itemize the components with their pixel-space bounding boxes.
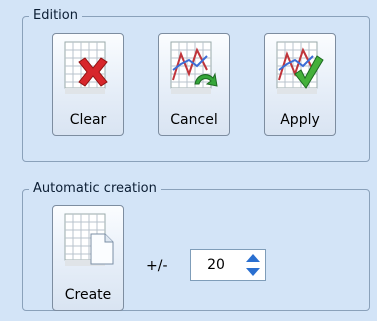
cancel-button[interactable]: Cancel — [158, 33, 230, 136]
apply-button-label: Apply — [280, 112, 320, 128]
chart-clear-icon — [64, 41, 108, 94]
tolerance-value[interactable]: 20 — [191, 250, 241, 280]
tolerance-spinner[interactable]: 20 — [190, 249, 266, 281]
chart-undo-icon — [170, 41, 218, 94]
arrow-down-icon — [246, 268, 260, 276]
apply-button[interactable]: Apply — [264, 33, 336, 136]
spin-up-button[interactable] — [243, 252, 263, 264]
spin-down-button[interactable] — [243, 266, 263, 278]
create-button[interactable]: Create — [52, 205, 124, 311]
create-button-label: Create — [64, 287, 112, 303]
automatic-creation-group-title: Automatic creation — [29, 181, 161, 197]
cancel-button-label: Cancel — [170, 112, 218, 128]
clear-button-label: Clear — [69, 112, 107, 128]
clear-button[interactable]: Clear — [52, 33, 124, 136]
spinner-arrows — [243, 252, 263, 278]
grid-document-icon — [64, 213, 114, 266]
plus-minus-label: +/- — [146, 258, 168, 274]
arrow-up-icon — [246, 254, 260, 262]
edition-group-title: Edition — [29, 8, 82, 24]
chart-apply-icon — [276, 41, 324, 94]
